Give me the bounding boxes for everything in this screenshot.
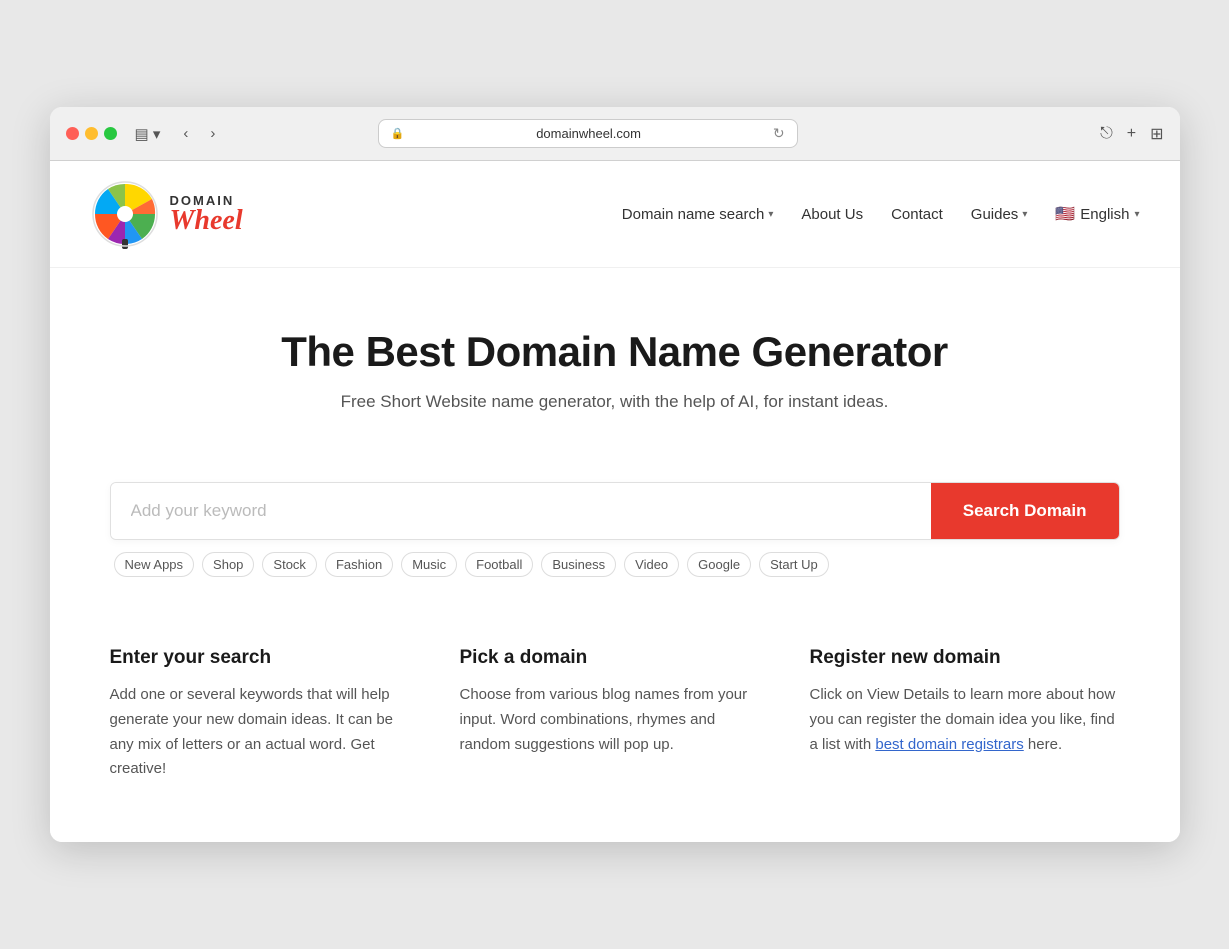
step-register-domain-title: Register new domain — [810, 647, 1120, 669]
tag-google[interactable]: Google — [687, 552, 751, 577]
chevron-down-icon: ▾ — [1022, 209, 1027, 220]
language-label: English — [1080, 206, 1129, 223]
reload-button[interactable]: ↻ — [773, 125, 785, 142]
logo[interactable]: DOMAIN Wheel — [90, 179, 243, 249]
tag-stock[interactable]: Stock — [262, 552, 317, 577]
search-section: Search Domain New Apps Shop Stock Fashio… — [50, 452, 1180, 597]
page-content: DOMAIN Wheel Domain name search ▾ About … — [50, 161, 1180, 842]
close-button[interactable] — [66, 127, 79, 140]
tag-list: New Apps Shop Stock Fashion Music Footba… — [110, 540, 1120, 577]
tag-start-up[interactable]: Start Up — [759, 552, 829, 577]
nav-domain-name-search[interactable]: Domain name search ▾ — [622, 206, 774, 223]
search-box: Search Domain — [110, 482, 1120, 540]
logo-text: DOMAIN Wheel — [170, 194, 243, 235]
tag-music[interactable]: Music — [401, 552, 457, 577]
nav-about-us[interactable]: About Us — [801, 206, 863, 223]
search-input[interactable] — [111, 483, 931, 539]
hero-subtitle: Free Short Website name generator, with … — [90, 392, 1140, 412]
tag-video[interactable]: Video — [624, 552, 679, 577]
navigation: DOMAIN Wheel Domain name search ▾ About … — [50, 161, 1180, 268]
step-pick-domain: Pick a domain Choose from various blog n… — [460, 647, 770, 782]
browser-window: ▤ ▾ ‹ › 🔒 domainwheel.com ↻ ⎋ + ⊞ — [50, 107, 1180, 842]
nav-links: Domain name search ▾ About Us Contact Gu… — [622, 204, 1140, 224]
nav-guides[interactable]: Guides ▾ — [971, 206, 1028, 223]
step-enter-search-desc: Add one or several keywords that will he… — [110, 683, 420, 782]
minimize-button[interactable] — [85, 127, 98, 140]
sidebar-toggle-button[interactable]: ▤ ▾ — [129, 123, 167, 145]
logo-wheel-text: Wheel — [170, 207, 243, 235]
chevron-down-icon: ▾ — [1134, 209, 1139, 220]
grid-button[interactable]: ⊞ — [1150, 124, 1163, 144]
browser-chrome: ▤ ▾ ‹ › 🔒 domainwheel.com ↻ ⎋ + ⊞ — [50, 107, 1180, 161]
forward-button[interactable]: › — [205, 123, 220, 144]
hero-title: The Best Domain Name Generator — [90, 328, 1140, 376]
share-button[interactable]: ⎋ — [1100, 125, 1113, 143]
traffic-lights — [66, 127, 117, 140]
step-pick-domain-title: Pick a domain — [460, 647, 770, 669]
back-button[interactable]: ‹ — [178, 123, 193, 144]
search-domain-button[interactable]: Search Domain — [931, 483, 1119, 539]
language-selector[interactable]: 🇺🇸 English ▾ — [1055, 204, 1139, 224]
nav-contact[interactable]: Contact — [891, 206, 943, 223]
best-registrars-link[interactable]: best domain registrars — [875, 736, 1023, 753]
url-text: domainwheel.com — [410, 126, 767, 141]
step-pick-domain-desc: Choose from various blog names from your… — [460, 683, 770, 757]
hero-section: The Best Domain Name Generator Free Shor… — [50, 268, 1180, 452]
steps-section: Enter your search Add one or several key… — [50, 597, 1180, 802]
lock-icon: 🔒 — [391, 127, 405, 140]
tag-fashion[interactable]: Fashion — [325, 552, 393, 577]
flag-icon: 🇺🇸 — [1055, 204, 1075, 224]
browser-actions: ⎋ + ⊞ — [1100, 124, 1163, 144]
step-register-domain: Register new domain Click on View Detail… — [810, 647, 1120, 782]
new-tab-button[interactable]: + — [1127, 125, 1136, 143]
tag-football[interactable]: Football — [465, 552, 533, 577]
tag-shop[interactable]: Shop — [202, 552, 254, 577]
step-register-desc-suffix: here. — [1024, 736, 1062, 753]
step-register-domain-desc: Click on View Details to learn more abou… — [810, 683, 1120, 757]
maximize-button[interactable] — [104, 127, 117, 140]
step-enter-search-title: Enter your search — [110, 647, 420, 669]
logo-icon — [90, 179, 160, 249]
tag-new-apps[interactable]: New Apps — [114, 552, 195, 577]
chevron-down-icon: ▾ — [768, 209, 773, 220]
address-bar[interactable]: 🔒 domainwheel.com ↻ — [378, 119, 798, 148]
tag-business[interactable]: Business — [541, 552, 616, 577]
step-enter-search: Enter your search Add one or several key… — [110, 647, 420, 782]
